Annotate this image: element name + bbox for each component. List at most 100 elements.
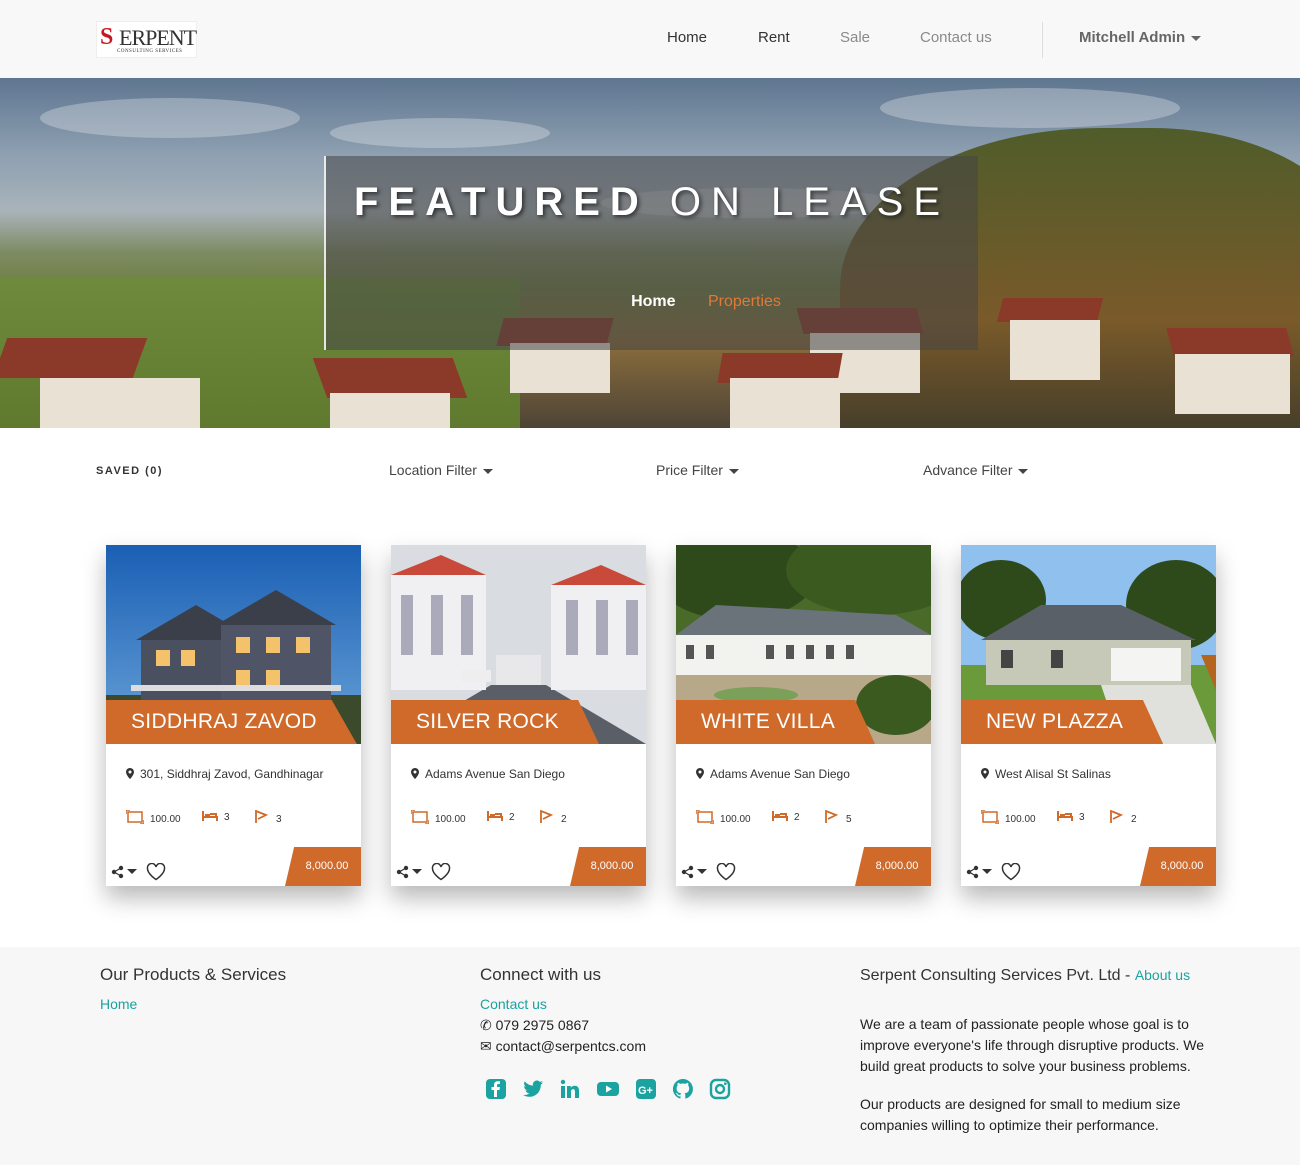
property-beds: 2	[487, 810, 515, 823]
property-address: Adams Avenue San Diego	[696, 767, 850, 781]
footer-about-paragraph-1: We are a team of passionate people whose…	[860, 1016, 1205, 1074]
footer-home-link[interactable]: Home	[100, 996, 137, 1012]
property-address-text: 301, Siddhraj Zavod, Gandhinagar	[140, 767, 324, 781]
footer-phone: ✆ 079 2975 0867	[480, 1017, 589, 1034]
nav-home-link[interactable]: Home	[667, 29, 707, 46]
house	[730, 378, 840, 428]
property-area: 100.00	[125, 809, 181, 825]
map-pin-icon	[411, 768, 419, 779]
footer-products-title: Our Products & Services	[100, 965, 287, 984]
linkedin-icon[interactable]	[558, 1077, 582, 1101]
facebook-icon[interactable]	[484, 1077, 508, 1101]
share-icon[interactable]	[681, 865, 709, 879]
area-icon	[695, 809, 715, 825]
property-name-ribbon[interactable]: WHITE VILLA	[676, 700, 875, 744]
map-pin-icon	[126, 768, 134, 779]
property-beds: 3	[202, 810, 230, 823]
breadcrumb-home[interactable]: Home	[631, 293, 675, 310]
property-address: Adams Avenue San Diego	[411, 767, 565, 781]
share-icon[interactable]	[966, 865, 994, 879]
property-baths: 5	[824, 809, 852, 825]
area-icon	[980, 809, 1000, 825]
hero-title-rest: ON LEASE	[669, 180, 950, 224]
phone-icon: ✆	[480, 1017, 492, 1033]
heart-icon[interactable]	[716, 863, 736, 881]
envelope-icon: ✉	[480, 1038, 492, 1054]
advance-filter-dropdown[interactable]: Advance Filter	[923, 462, 1029, 478]
property-baths-value: 5	[846, 814, 852, 825]
house	[510, 343, 610, 393]
property-address: 301, Siddhraj Zavod, Gandhinagar	[126, 767, 323, 781]
property-card[interactable]: SILVER ROCK Adams Avenue San Diego 100.0…	[391, 545, 646, 886]
property-card[interactable]: SIDDHRAJ ZAVOD 301, Siddhraj Zavod, Gand…	[106, 545, 361, 886]
hero-title-strong: FEATURED	[353, 180, 649, 224]
nav-sale-link[interactable]: Sale	[840, 29, 870, 46]
property-baths: 2	[1109, 809, 1137, 825]
property-name: WHITE VILLA	[701, 710, 835, 733]
heart-icon[interactable]	[146, 863, 166, 881]
breadcrumb-properties: Properties	[707, 293, 781, 310]
property-area: 100.00	[695, 809, 751, 825]
price-filter-dropdown[interactable]: Price Filter	[656, 462, 739, 478]
share-icon[interactable]	[111, 865, 139, 879]
property-price: 8,000.00	[570, 847, 646, 886]
google-plus-icon[interactable]: G+	[634, 1077, 658, 1101]
top-navbar: S ERPENT CONSULTING SERVICES Home Rent S…	[0, 0, 1300, 78]
property-area: 100.00	[410, 809, 466, 825]
advance-filter-label: Advance Filter	[923, 462, 1013, 478]
property-baths-value: 2	[1131, 814, 1137, 825]
map-pin-icon	[696, 768, 704, 779]
user-name: Mitchell Admin	[1079, 29, 1186, 46]
youtube-icon[interactable]	[596, 1077, 620, 1101]
bed-icon	[772, 811, 788, 821]
property-card[interactable]: NEW PLAZZA West Alisal St Salinas 100.00…	[961, 545, 1216, 886]
house	[1010, 320, 1100, 380]
location-filter-label: Location Filter	[389, 462, 477, 478]
property-name: SIDDHRAJ ZAVOD	[131, 710, 317, 733]
property-name-ribbon[interactable]: NEW PLAZZA	[961, 700, 1164, 744]
roof	[312, 358, 468, 398]
property-beds: 3	[1057, 810, 1085, 823]
cloud	[40, 98, 300, 138]
footer-about-paragraph-2: Our products are designed for small to m…	[860, 1096, 1181, 1133]
hero-title: FEATURED ON LEASE	[326, 178, 978, 226]
cloud	[330, 118, 550, 148]
share-icon[interactable]	[396, 865, 424, 879]
property-beds-value: 3	[1079, 812, 1085, 823]
bed-icon	[202, 811, 218, 821]
chevron-down-icon	[1191, 35, 1202, 41]
property-price: 8,000.00	[1140, 847, 1216, 886]
nav-rent-link[interactable]: Rent	[758, 29, 790, 46]
location-filter-dropdown[interactable]: Location Filter	[389, 462, 493, 478]
property-address-text: West Alisal St Salinas	[995, 767, 1111, 781]
heart-icon[interactable]	[1001, 863, 1021, 881]
property-name: SILVER ROCK	[416, 710, 559, 733]
roof	[0, 338, 148, 378]
github-icon[interactable]	[671, 1077, 695, 1101]
heart-icon[interactable]	[431, 863, 451, 881]
property-area-value: 100.00	[435, 814, 466, 825]
logo-subtext: CONSULTING SERVICES	[117, 49, 183, 54]
property-card[interactable]: WHITE VILLA Adams Avenue San Diego 100.0…	[676, 545, 931, 886]
map-pin-icon	[981, 768, 989, 779]
property-name-ribbon[interactable]: SILVER ROCK	[391, 700, 599, 744]
property-baths-value: 3	[276, 814, 282, 825]
property-name: NEW PLAZZA	[986, 710, 1124, 733]
chevron-down-icon	[1018, 468, 1029, 474]
nav-contact-link[interactable]: Contact us	[920, 29, 992, 46]
nav-divider	[1042, 22, 1043, 58]
footer-phone-number: 079 2975 0867	[495, 1017, 590, 1033]
company-logo[interactable]: S ERPENT CONSULTING SERVICES	[96, 21, 197, 58]
property-area: 100.00	[980, 809, 1036, 825]
footer-about-link[interactable]: About us	[1135, 967, 1190, 983]
breadcrumb: Home Properties	[326, 293, 1086, 311]
user-menu-dropdown[interactable]: Mitchell Admin	[1079, 29, 1202, 46]
price-filter-label: Price Filter	[656, 462, 723, 478]
house	[1175, 354, 1290, 414]
saved-count[interactable]: SAVED (0)	[96, 465, 163, 477]
footer-contact-link[interactable]: Contact us	[480, 996, 547, 1012]
instagram-icon[interactable]	[708, 1077, 732, 1101]
twitter-icon[interactable]	[521, 1077, 545, 1101]
property-name-ribbon[interactable]: SIDDHRAJ ZAVOD	[106, 700, 357, 744]
property-address: West Alisal St Salinas	[981, 767, 1111, 781]
